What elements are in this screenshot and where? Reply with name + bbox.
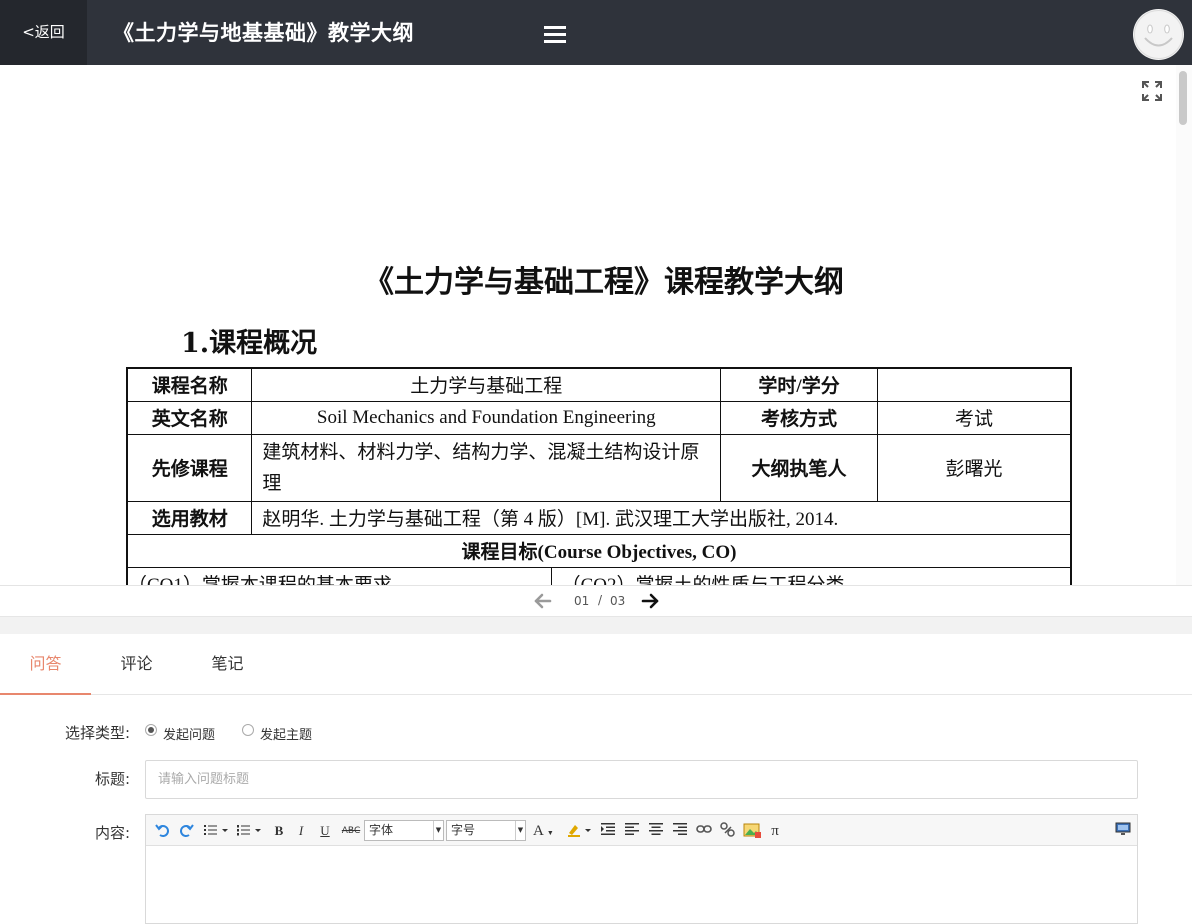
section-divider (0, 616, 1192, 634)
align-center-icon[interactable] (649, 822, 663, 840)
type-label: 选择类型: (64, 724, 130, 742)
align-left-icon[interactable] (625, 822, 639, 840)
font-family-select[interactable]: 字体 ▼ (364, 820, 444, 841)
next-page-arrow-icon[interactable] (640, 592, 660, 610)
page-title: 《土力学与地基基础》教学大纲 (113, 21, 414, 45)
radio-start-topic[interactable] (242, 724, 254, 736)
table-cell: 大纲执笔人 (720, 433, 878, 502)
tab-bar: 问答 评论 笔记 (0, 634, 1192, 695)
editor-toolbar: B I U ABC 字体 ▼ 字号 ▼ A ▼ π (146, 815, 1137, 846)
table-row: 先修课程 建筑材料、材料力学、结构力学、混凝土结构设计原理 大纲执笔人 彭曙光 (126, 433, 1072, 502)
prev-page-arrow-icon[interactable] (533, 592, 553, 610)
link-icon[interactable] (696, 822, 712, 840)
page-separator: / (598, 593, 603, 607)
hamburger-menu-icon[interactable] (544, 26, 566, 46)
viewer-scrollbar[interactable] (1176, 65, 1192, 585)
font-family-value: 字体 (369, 823, 394, 837)
table-cell: 课程名称 (126, 367, 253, 402)
ordered-list-icon[interactable] (236, 822, 262, 840)
course-overview-table: 课程名称 土力学与基础工程 学时/学分 英文名称 Soil Mechanics … (126, 367, 1072, 585)
table-row: （CO1）掌握本课程的基本要求 （CO2）掌握土的性质与工程分类 (126, 566, 1072, 585)
chevron-down-icon: ▼ (433, 821, 443, 840)
unordered-list-icon[interactable] (203, 822, 229, 840)
content-label: 内容: (94, 824, 130, 842)
page-navigator: 01 / 03 (0, 586, 1192, 616)
table-cell: 考试 (876, 400, 1072, 435)
radio-ask-question[interactable] (145, 724, 157, 736)
table-cell: 英文名称 (126, 400, 253, 435)
bold-button[interactable]: B (271, 822, 287, 840)
italic-button[interactable]: I (294, 822, 308, 840)
scrollbar-thumb[interactable] (1179, 71, 1187, 125)
tab-comments[interactable]: 评论 (91, 634, 182, 695)
table-cell: 考核方式 (720, 400, 878, 435)
title-input[interactable] (145, 760, 1138, 799)
radio-label-start-topic: 发起主题 (260, 728, 313, 743)
top-bar: <返回 《土力学与地基基础》教学大纲 (0, 0, 1192, 65)
font-color-label: A (533, 823, 544, 839)
strikethrough-button[interactable]: ABC (340, 822, 362, 840)
insert-image-icon[interactable] (743, 822, 761, 840)
tab-qa[interactable]: 问答 (0, 634, 91, 695)
radio-label-ask-question: 发起问题 (163, 728, 216, 743)
align-right-icon[interactable] (673, 822, 687, 840)
document-viewer[interactable]: 《土力学与基础工程》课程教学大纲 1.课程概况 课程名称 土力学与基础工程 学时… (0, 65, 1192, 586)
indent-icon[interactable] (601, 822, 615, 840)
unlink-icon[interactable] (720, 822, 736, 840)
current-page-number: 01 (574, 594, 590, 608)
table-cell: （CO2）掌握土的性质与工程分类 (550, 566, 1072, 585)
redo-icon[interactable] (178, 822, 194, 840)
tab-notes[interactable]: 笔记 (182, 634, 273, 695)
chevron-down-icon: ▼ (515, 821, 525, 840)
table-cell: Soil Mechanics and Foundation Engineerin… (251, 400, 722, 435)
document-title: 《土力学与基础工程》课程教学大纲 (364, 265, 844, 300)
table-cell: 先修课程 (126, 433, 253, 502)
undo-icon[interactable] (155, 822, 171, 840)
table-cell (876, 367, 1072, 402)
table-cell: 课程目标(Course Objectives, CO) (126, 533, 1072, 568)
font-color-button[interactable]: A ▼ (533, 822, 559, 840)
title-label: 标题: (94, 770, 130, 788)
back-button[interactable]: <返回 (0, 0, 87, 65)
formula-button[interactable]: π (768, 822, 782, 840)
table-cell: 学时/学分 (720, 367, 878, 402)
table-row: 课程目标(Course Objectives, CO) (126, 533, 1072, 568)
fullscreen-icon[interactable] (1141, 80, 1163, 102)
table-row: 选用教材 赵明华. 土力学与基础工程（第 4 版）[M]. 武汉理工大学出版社,… (126, 500, 1072, 535)
source-view-icon[interactable] (1115, 822, 1131, 840)
font-size-select[interactable]: 字号 ▼ (446, 820, 526, 841)
smiley-face-icon (1134, 10, 1183, 59)
rich-text-editor[interactable]: B I U ABC 字体 ▼ 字号 ▼ A ▼ π (145, 814, 1138, 924)
table-cell: 建筑材料、材料力学、结构力学、混凝土结构设计原理 (251, 433, 722, 502)
table-cell: （CO1）掌握本课程的基本要求 (126, 566, 552, 585)
table-cell: 选用教材 (126, 500, 253, 535)
avatar[interactable] (1133, 9, 1184, 60)
highlight-color-icon[interactable] (566, 822, 594, 840)
table-cell: 彭曙光 (876, 433, 1072, 502)
table-cell: 土力学与基础工程 (251, 367, 722, 402)
table-row: 英文名称 Soil Mechanics and Foundation Engin… (126, 400, 1072, 435)
document-section-heading: 1.课程概况 (181, 328, 318, 359)
total-page-number: 03 (610, 594, 626, 608)
table-cell: 赵明华. 土力学与基础工程（第 4 版）[M]. 武汉理工大学出版社, 2014… (251, 500, 1072, 535)
font-size-value: 字号 (451, 823, 476, 837)
table-row: 课程名称 土力学与基础工程 学时/学分 (126, 367, 1072, 402)
underline-button[interactable]: U (318, 822, 332, 840)
